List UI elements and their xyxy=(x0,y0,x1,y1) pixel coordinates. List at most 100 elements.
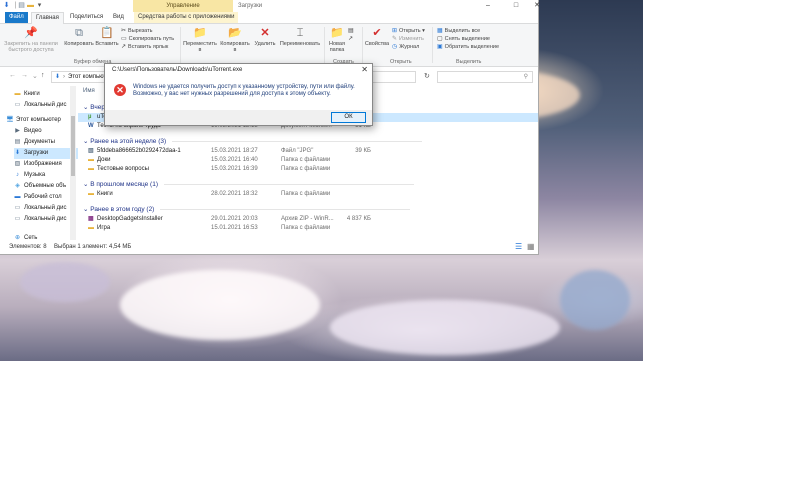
ribbon-separator xyxy=(432,27,433,63)
file-row[interactable]: ▬ Игра 15.01.2021 16:53 Папка с файлами xyxy=(78,224,538,233)
file-row[interactable]: ▦ DesktopGadgetsInstaller 29.01.2021 20:03… xyxy=(78,215,538,224)
folder-icon: ▬ xyxy=(88,166,94,172)
desktop-icon: ▬ xyxy=(14,194,21,200)
rename-button[interactable]: ⌶ Переименовать xyxy=(278,27,322,47)
item-count: Элементов: 8 xyxy=(9,244,47,250)
recent-dropdown-icon[interactable]: ⌄ xyxy=(32,72,38,80)
tab-view[interactable]: Вид xyxy=(109,12,128,23)
new-item-button[interactable]: ▤ xyxy=(348,27,356,35)
move-to-icon: 📁 xyxy=(193,27,207,39)
dialog-message-line: Windows не удается получить доступ к ука… xyxy=(133,84,355,90)
dialog-body: ✕ Windows не удается получить доступ к у… xyxy=(105,77,372,110)
file-date: 29.01.2021 20:03 xyxy=(211,216,258,222)
column-header-name[interactable]: Имя xyxy=(83,88,95,94)
wallpaper-ice xyxy=(560,270,630,330)
error-icon: ✕ xyxy=(114,84,126,96)
edit-icon: ✎ xyxy=(392,36,398,42)
group-title: В прошлом месяце (1) xyxy=(90,181,158,188)
tab-file[interactable]: Файл xyxy=(5,12,28,23)
up-arrow-icon[interactable]: ↑ xyxy=(41,72,45,79)
minimize-button[interactable]: – xyxy=(474,0,502,12)
dialog-close-button[interactable]: ✕ xyxy=(361,65,368,74)
ok-button[interactable]: ОК xyxy=(331,112,366,123)
select-all-button[interactable]: ▦ Выделить все xyxy=(437,27,480,35)
group-header[interactable]: ⌄ Ранее в этом году (2) xyxy=(83,204,411,215)
file-row[interactable]: ▧ 5fddeba866652b0292472daa-1 15.03.2021 18… xyxy=(78,147,538,156)
group-select-label: Выделить xyxy=(456,59,482,65)
paste-icon: 📋 xyxy=(100,27,114,39)
scroll-thumb[interactable] xyxy=(71,116,75,176)
file-name: Доки xyxy=(97,157,111,163)
zip-icon: ▦ xyxy=(88,216,94,222)
file-date: 28.02.2021 18:32 xyxy=(211,191,258,197)
details-view-icon[interactable]: ☰ xyxy=(515,242,522,251)
copy-button[interactable]: ⧉ Копировать xyxy=(63,27,95,47)
pin-icon: 📌 xyxy=(24,27,38,39)
tab-app-tools[interactable]: Средства работы с приложениями xyxy=(134,12,239,23)
back-arrow-icon[interactable]: ← xyxy=(9,72,16,79)
tab-home[interactable]: Главная xyxy=(31,12,64,24)
file-name: 5fddeba866652b0292472daa-1 xyxy=(97,148,181,154)
group-header[interactable]: ⌄ Ранее на этой неделе (3) xyxy=(83,136,423,147)
properties-icon[interactable]: ▤ xyxy=(18,2,25,9)
select-none-button[interactable]: ▢ Снять выделение xyxy=(437,35,490,43)
open-icon: ⊞ xyxy=(392,28,398,34)
breadcrumb-separator: › xyxy=(63,74,66,80)
properties-button[interactable]: ✔ Свойства xyxy=(364,27,390,47)
nav-item-label: Рабочий стол xyxy=(24,194,62,200)
refresh-icon[interactable]: ↻ xyxy=(424,72,430,80)
utorrent-icon: µ xyxy=(88,114,92,120)
copy-icon: ⧉ xyxy=(75,27,83,39)
quick-access-icon[interactable]: ⬇ xyxy=(3,2,10,9)
nav-item[interactable]: 🖥 Этот компьютер xyxy=(6,115,72,126)
nav-scrollbar[interactable] xyxy=(70,86,76,240)
copy-to-button[interactable]: 📂 Копировать в xyxy=(218,27,252,53)
edit-button[interactable]: ✎ Изменить xyxy=(392,35,424,43)
nav-item-label: Книги xyxy=(24,91,40,97)
delete-icon: ✕ xyxy=(260,27,270,39)
delete-label: Удалить xyxy=(254,41,276,47)
file-row[interactable]: ▬ Книги 28.02.2021 18:32 Папка с файлами xyxy=(78,190,538,199)
pin-quick-access-button[interactable]: 📌 Закрепить на панели быстрого доступа xyxy=(3,27,59,53)
search-input[interactable]: ⚲ xyxy=(437,71,533,83)
file-name: Книги xyxy=(97,191,113,197)
journal-button[interactable]: ◷ Журнал xyxy=(392,43,419,51)
title-bar[interactable]: ⬇ | ▤ ▬ ▾ Управление Загрузки – □ ✕ xyxy=(0,0,540,12)
tab-share[interactable]: Поделиться xyxy=(66,12,107,23)
paste-label: Вставить xyxy=(95,41,119,47)
file-row[interactable]: ▬ Тестовые вопросы 15.03.2021 16:39 Папка с… xyxy=(78,165,538,174)
paste-button[interactable]: 📋 Вставить xyxy=(95,27,119,47)
new-folder-icon[interactable]: ▬ xyxy=(27,2,34,9)
forward-arrow-icon[interactable]: → xyxy=(21,72,28,79)
select-none-icon: ▢ xyxy=(437,36,443,42)
customize-dropdown-icon[interactable]: ▾ xyxy=(36,2,43,9)
folder-icon: ▬ xyxy=(88,191,94,197)
3d-objects-icon: ◈ xyxy=(15,183,20,189)
copy-path-button[interactable]: ▭ Скопировать путь xyxy=(121,35,174,43)
file-date: 15.03.2021 18:27 xyxy=(211,148,258,154)
cut-button[interactable]: ✂ Вырезать xyxy=(121,27,153,35)
file-row[interactable]: ▬ Доки 15.03.2021 16:40 Папка с файлами xyxy=(78,156,538,165)
open-button[interactable]: ⊞ Открыть ▾ xyxy=(392,27,425,35)
nav-item-label: Музыка xyxy=(24,172,46,178)
file-type: Папка с файлами xyxy=(281,191,331,197)
group-divider xyxy=(172,140,423,142)
tiles-view-icon[interactable]: ▦ xyxy=(527,242,535,251)
folder-icon: ▬ xyxy=(88,157,94,163)
new-folder-button[interactable]: 📁 Новая папка xyxy=(326,27,348,53)
close-button[interactable]: ✕ xyxy=(523,0,551,12)
move-to-button[interactable]: 📁 Переместить в xyxy=(183,27,217,53)
group-open-label: Открыть xyxy=(390,59,412,65)
file-name: Игра xyxy=(97,225,111,231)
group-header[interactable]: ⌄ В прошлом месяце (1) xyxy=(83,179,414,190)
easy-access-button[interactable]: ↗ xyxy=(348,35,355,43)
ribbon-separator xyxy=(180,27,181,63)
invert-selection-button[interactable]: ▣ Обратить выделение xyxy=(437,43,499,51)
rename-label: Переименовать xyxy=(279,41,321,47)
new-folder-label: Новая папка xyxy=(329,41,345,53)
paste-shortcut-button[interactable]: ↗ Вставить ярлык xyxy=(121,43,168,51)
new-folder-icon: 📁 xyxy=(330,27,344,39)
delete-button[interactable]: ✕ Удалить xyxy=(253,27,277,47)
navigation-pane: ▬ Книги ▭ Локальный дис 🖥 Этот компьютер ▶ Виде… xyxy=(0,86,80,241)
video-icon: ▶ xyxy=(15,128,20,134)
